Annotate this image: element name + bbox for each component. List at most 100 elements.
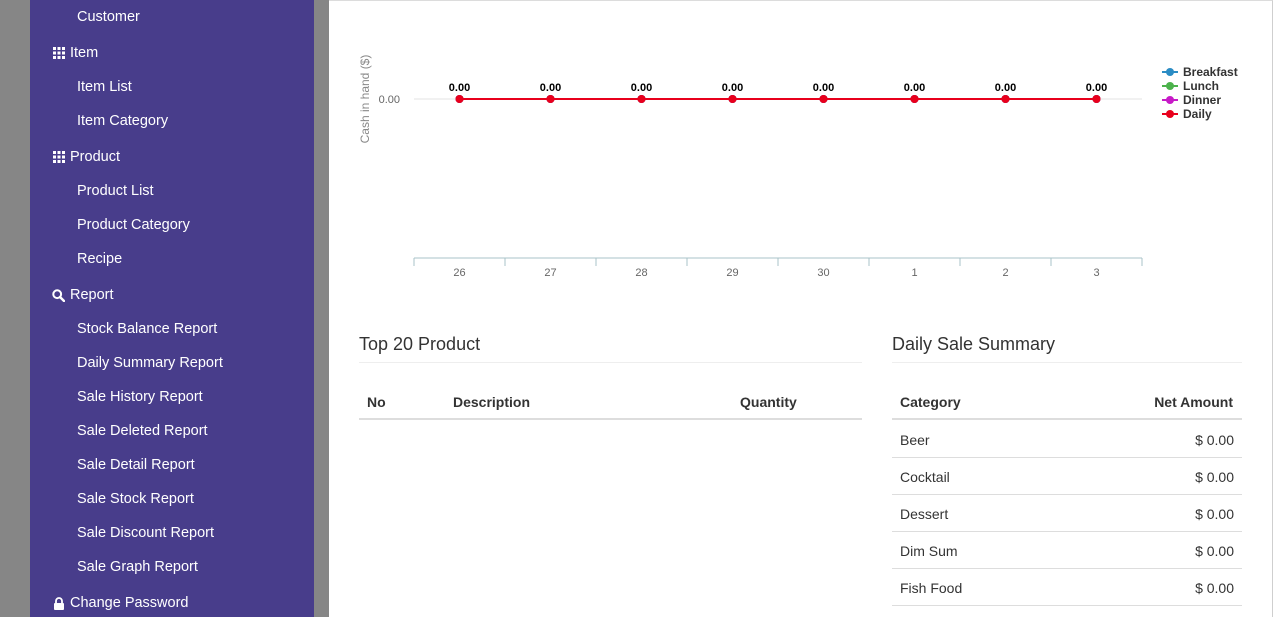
sidebar-item-daily-summary-report[interactable]: Daily Summary Report <box>30 348 314 378</box>
sidebar-item-label: Item Category <box>77 113 169 129</box>
net-amount-cell: $ 0.00 <box>1195 506 1234 522</box>
data-point-daily <box>637 95 646 103</box>
data-label: 0.00 <box>540 82 561 94</box>
net-amount-cell: $ 0.00 <box>1195 580 1234 596</box>
sidebar-item-label: Customer <box>77 9 140 25</box>
table-row: Beer $ 0.00 <box>892 421 1242 458</box>
net-amount-cell: $ 0.00 <box>1195 543 1234 559</box>
sidebar-item-report[interactable]: Report <box>30 280 314 310</box>
data-point-daily <box>728 95 737 103</box>
category-cell: Cocktail <box>900 469 950 485</box>
category-cell: Fish Food <box>900 580 963 596</box>
x-tick-label: 26 <box>453 267 465 279</box>
sidebar-item-item-category[interactable]: Item Category <box>30 106 314 136</box>
data-point-daily <box>819 95 828 103</box>
sidebar-item-sale-detail-report[interactable]: Sale Detail Report <box>30 450 314 480</box>
x-tick-label: 27 <box>544 267 556 279</box>
sidebar-item-sale-stock-report[interactable]: Sale Stock Report <box>30 484 314 514</box>
left-gutter <box>0 0 30 617</box>
legend-item-dinner[interactable]: Dinner <box>1162 93 1221 107</box>
sales-line-chart: Cash in hand ($) 0.00 26 27 28 29 30 1 2 3 0.00 0.0… <box>358 55 1238 279</box>
search-icon <box>52 288 65 302</box>
y-axis-label: Cash in hand ($) <box>358 55 372 144</box>
lock-icon <box>52 596 65 610</box>
app-window: Customer Item Item List Item Category Produc… <box>0 0 1273 617</box>
legend-label: Breakfast <box>1183 65 1238 79</box>
legend-marker <box>1166 82 1174 90</box>
net-amount-cell: $ 0.00 <box>1195 469 1234 485</box>
sidebar-item-customer[interactable]: Customer <box>30 2 314 32</box>
data-label: 0.00 <box>631 82 652 94</box>
data-label: 0.00 <box>449 82 470 94</box>
legend-item-daily[interactable]: Daily <box>1162 107 1212 121</box>
divider <box>892 418 1242 420</box>
sidebar-item-change-password[interactable]: Change Password <box>30 588 314 617</box>
data-label: 0.00 <box>813 82 834 94</box>
table-row: Fish Food $ 0.00 <box>892 569 1242 606</box>
data-label: 0.00 <box>1086 82 1107 94</box>
column-header-description[interactable]: Description <box>453 394 530 410</box>
sidebar-item-label: Report <box>70 287 114 303</box>
x-tick-label: 28 <box>635 267 647 279</box>
grid-icon <box>52 151 65 164</box>
dashboard-main: Cash in hand ($) 0.00 26 27 28 29 30 1 2 3 0.00 0.0… <box>329 0 1273 617</box>
sidebar-item-product[interactable]: Product <box>30 142 314 172</box>
legend-marker <box>1166 110 1174 118</box>
sidebar: Customer Item Item List Item Category Produc… <box>30 0 314 617</box>
sidebar-item-label: Sale Discount Report <box>77 525 215 541</box>
column-header-no[interactable]: No <box>367 394 386 410</box>
data-point-daily <box>1092 95 1101 103</box>
sidebar-item-label: Sale Deleted Report <box>77 423 208 439</box>
sidebar-item-item[interactable]: Item <box>30 38 314 68</box>
sidebar-item-product-category[interactable]: Product Category <box>30 210 314 240</box>
sidebar-item-label: Item <box>70 45 99 61</box>
data-point-daily <box>1001 95 1010 103</box>
sidebar-item-sale-deleted-report[interactable]: Sale Deleted Report <box>30 416 314 446</box>
sidebar-item-label: Product Category <box>77 217 190 233</box>
data-point-daily <box>546 95 555 103</box>
sidebar-item-label: Sale Detail Report <box>77 457 195 473</box>
divider <box>359 418 862 420</box>
x-tick-label: 1 <box>911 267 917 279</box>
divider <box>359 362 862 363</box>
legend-item-breakfast[interactable]: Breakfast <box>1162 65 1238 79</box>
y-tick-label: 0.00 <box>379 94 400 106</box>
table-row: Dessert $ 0.00 <box>892 495 1242 532</box>
sidebar-item-sale-history-report[interactable]: Sale History Report <box>30 382 314 412</box>
sidebar-item-sale-graph-report[interactable]: Sale Graph Report <box>30 552 314 582</box>
x-tick-label: 2 <box>1002 267 1008 279</box>
sidebar-item-item-list[interactable]: Item List <box>30 72 314 102</box>
net-amount-cell: $ 0.00 <box>1195 432 1234 448</box>
legend-label: Daily <box>1183 107 1212 121</box>
x-tick-label: 3 <box>1093 267 1099 279</box>
legend-item-lunch[interactable]: Lunch <box>1162 79 1219 93</box>
x-tick-label: 29 <box>726 267 738 279</box>
sidebar-item-label: Sale Graph Report <box>77 559 198 575</box>
x-tick-label: 30 <box>817 267 829 279</box>
category-cell: Beer <box>900 432 930 448</box>
top-products-title: Top 20 Product <box>359 334 481 354</box>
column-header-category[interactable]: Category <box>900 394 961 410</box>
grid-icon <box>52 47 65 60</box>
sidebar-item-label: Product List <box>77 183 154 199</box>
sidebar-item-label: Recipe <box>77 251 123 267</box>
sidebar-item-product-list[interactable]: Product List <box>30 176 314 206</box>
divider <box>892 362 1242 363</box>
column-header-net-amount[interactable]: Net Amount <box>1154 394 1233 410</box>
table-row: Cocktail $ 0.00 <box>892 458 1242 495</box>
column-header-quantity[interactable]: Quantity <box>740 394 797 410</box>
data-label: 0.00 <box>722 82 743 94</box>
sidebar-item-label: Stock Balance Report <box>77 321 218 337</box>
sidebar-item-stock-balance-report[interactable]: Stock Balance Report <box>30 314 314 344</box>
sidebar-item-recipe[interactable]: Recipe <box>30 244 314 274</box>
sidebar-item-sale-discount-report[interactable]: Sale Discount Report <box>30 518 314 548</box>
data-point-daily <box>910 95 919 103</box>
sidebar-item-label: Sale History Report <box>77 389 203 405</box>
sidebar-item-label: Daily Summary Report <box>77 355 223 371</box>
legend-marker <box>1166 96 1174 104</box>
legend-label: Lunch <box>1183 79 1219 93</box>
sidebar-scrollbar[interactable] <box>314 0 329 617</box>
data-label: 0.00 <box>904 82 925 94</box>
category-cell: Dessert <box>900 506 949 522</box>
sidebar-item-label: Item List <box>77 79 132 95</box>
